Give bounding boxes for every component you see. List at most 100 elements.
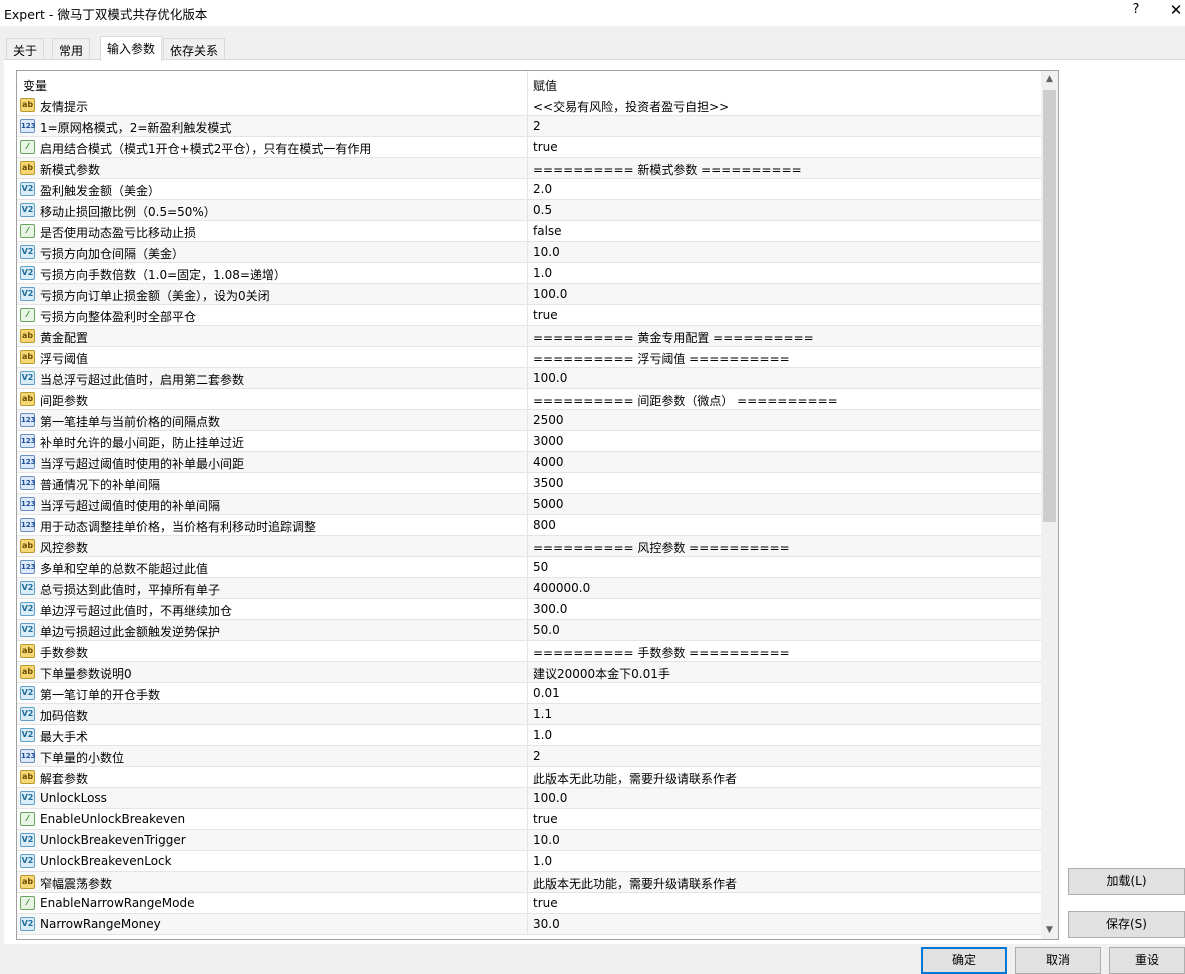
parameter-value[interactable]: ========== 风控参数 ==========: [533, 539, 790, 556]
table-row[interactable]: ⁄ EnableNarrowRangeMode true: [17, 893, 1041, 914]
parameter-value[interactable]: 1.1: [533, 707, 552, 721]
table-row[interactable]: 123 1=原网格模式，2=新盈利触发模式 2: [17, 116, 1041, 137]
parameter-value[interactable]: 400000.0: [533, 581, 590, 595]
parameter-value[interactable]: 3000: [533, 434, 564, 448]
table-row[interactable]: ab 间距参数 ========== 间距参数（微点） ==========: [17, 389, 1041, 410]
column-divider: [527, 914, 528, 935]
table-row[interactable]: ab 下单量参数说明0 建议20000本金下0.01手: [17, 662, 1041, 683]
table-row[interactable]: V2 当总浮亏超过此值时，启用第二套参数 100.0: [17, 368, 1041, 389]
table-row[interactable]: 123 当浮亏超过阈值时使用的补单间隔 5000: [17, 494, 1041, 515]
table-row[interactable]: V2 UnlockBreakevenTrigger 10.0: [17, 830, 1041, 851]
scroll-thumb[interactable]: [1043, 90, 1056, 522]
parameter-value[interactable]: true: [533, 308, 558, 322]
parameter-value[interactable]: 1.0: [533, 266, 552, 280]
tab-common[interactable]: 常用: [52, 38, 91, 60]
parameter-value[interactable]: 800: [533, 518, 556, 532]
table-row[interactable]: V2 总亏损达到此值时，平掉所有单子 400000.0: [17, 578, 1041, 599]
table-row[interactable]: V2 NarrowRangeMoney 30.0: [17, 914, 1041, 935]
table-row[interactable]: ab 友情提示 <<交易有风险，投资者盈亏自担>>: [17, 95, 1041, 116]
parameter-value[interactable]: 300.0: [533, 602, 567, 616]
ok-button[interactable]: 确定: [921, 947, 1007, 974]
table-row[interactable]: ab 风控参数 ========== 风控参数 ==========: [17, 536, 1041, 557]
parameter-value[interactable]: 3500: [533, 476, 564, 490]
table-row[interactable]: ab 解套参数 此版本无此功能，需要升级请联系作者: [17, 767, 1041, 788]
parameter-value[interactable]: 2: [533, 119, 541, 133]
table-row[interactable]: 123 补单时允许的最小间距，防止挂单过近 3000: [17, 431, 1041, 452]
tab-dependencies[interactable]: 依存关系: [163, 38, 226, 60]
table-row[interactable]: ab 黄金配置 ========== 黄金专用配置 ==========: [17, 326, 1041, 347]
parameter-value[interactable]: 1.0: [533, 854, 552, 868]
parameter-value[interactable]: ========== 间距参数（微点） ==========: [533, 392, 838, 409]
parameter-value[interactable]: 30.0: [533, 917, 560, 931]
table-row[interactable]: V2 亏损方向手数倍数（1.0=固定，1.08=递增） 1.0: [17, 263, 1041, 284]
parameter-value[interactable]: true: [533, 896, 558, 910]
parameter-value[interactable]: 2500: [533, 413, 564, 427]
table-row[interactable]: V2 加码倍数 1.1: [17, 704, 1041, 725]
table-row[interactable]: ab 浮亏阈值 ========== 浮亏阈值 ==========: [17, 347, 1041, 368]
table-row[interactable]: 123 多单和空单的总数不能超过此值 50: [17, 557, 1041, 578]
tab-inputs[interactable]: 输入参数: [100, 36, 163, 61]
parameter-value[interactable]: 100.0: [533, 371, 567, 385]
scroll-down-icon[interactable]: ▼: [1041, 922, 1058, 939]
parameter-value[interactable]: 10.0: [533, 833, 560, 847]
table-row[interactable]: ⁄ 启用结合模式（模式1开仓+模式2平仓），只有在模式一有作用 true: [17, 137, 1041, 158]
table-row[interactable]: V2 盈利触发金额（美金） 2.0: [17, 179, 1041, 200]
table-row[interactable]: ab 窄幅震荡参数 此版本无此功能，需要升级请联系作者: [17, 872, 1041, 893]
table-row[interactable]: V2 第一笔订单的开仓手数 0.01: [17, 683, 1041, 704]
table-row[interactable]: V2 UnlockLoss 100.0: [17, 788, 1041, 809]
parameter-value[interactable]: 4000: [533, 455, 564, 469]
table-row[interactable]: V2 最大手术 1.0: [17, 725, 1041, 746]
cancel-button[interactable]: 取消: [1015, 947, 1101, 974]
save-button[interactable]: 保存(S): [1068, 911, 1185, 938]
table-row[interactable]: V2 UnlockBreakevenLock 1.0: [17, 851, 1041, 872]
parameter-value[interactable]: 1.0: [533, 728, 552, 742]
parameter-value[interactable]: ========== 手数参数 ==========: [533, 644, 790, 661]
table-row[interactable]: 123 下单量的小数位 2: [17, 746, 1041, 767]
vertical-scrollbar[interactable]: ▲ ▼: [1041, 71, 1058, 939]
parameter-value[interactable]: 此版本无此功能，需要升级请联系作者: [533, 770, 737, 787]
parameter-value[interactable]: 0.5: [533, 203, 552, 217]
parameter-name: 窄幅震荡参数: [40, 877, 113, 891]
parameter-value[interactable]: ========== 新模式参数 ==========: [533, 161, 802, 178]
parameter-value[interactable]: 2.0: [533, 182, 552, 196]
parameter-value[interactable]: 100.0: [533, 791, 567, 805]
parameter-value[interactable]: false: [533, 224, 562, 238]
parameter-value[interactable]: 0.01: [533, 686, 560, 700]
table-row[interactable]: 123 当浮亏超过阈值时使用的补单最小间距 4000: [17, 452, 1041, 473]
parameter-value[interactable]: <<交易有风险，投资者盈亏自担>>: [533, 98, 729, 115]
load-button[interactable]: 加载(L): [1068, 868, 1185, 895]
table-row[interactable]: V2 亏损方向订单止损金额（美金），设为0关闭 100.0: [17, 284, 1041, 305]
parameter-value[interactable]: ========== 黄金专用配置 ==========: [533, 329, 814, 346]
column-divider: [527, 452, 528, 473]
table-row[interactable]: 123 用于动态调整挂单价格，当价格有利移动时追踪调整 800: [17, 515, 1041, 536]
table-row[interactable]: ⁄ 亏损方向整体盈利时全部平仓 true: [17, 305, 1041, 326]
parameter-value[interactable]: 5000: [533, 497, 564, 511]
parameter-value[interactable]: true: [533, 812, 558, 826]
scroll-up-icon[interactable]: ▲: [1041, 71, 1058, 88]
table-row[interactable]: V2 移动止损回撤比例（0.5=50%） 0.5: [17, 200, 1041, 221]
close-button[interactable]: ✕: [1166, 1, 1185, 19]
reset-button[interactable]: 重设: [1109, 947, 1185, 974]
table-row[interactable]: V2 单边浮亏超过此值时，不再继续加仓 300.0: [17, 599, 1041, 620]
table-row[interactable]: ⁄ EnableUnlockBreakeven true: [17, 809, 1041, 830]
parameter-value[interactable]: 此版本无此功能，需要升级请联系作者: [533, 875, 737, 892]
table-row[interactable]: ab 手数参数 ========== 手数参数 ==========: [17, 641, 1041, 662]
parameter-value[interactable]: 10.0: [533, 245, 560, 259]
table-row[interactable]: ⁄ 是否使用动态盈亏比移动止损 false: [17, 221, 1041, 242]
table-row[interactable]: V2 单边亏损超过此金额触发逆势保护 50.0: [17, 620, 1041, 641]
table-row[interactable]: 123 普通情况下的补单间隔 3500: [17, 473, 1041, 494]
parameter-value[interactable]: 建议20000本金下0.01手: [533, 665, 670, 682]
table-row[interactable]: 123 第一笔挂单与当前价格的间隔点数 2500: [17, 410, 1041, 431]
parameter-value[interactable]: ========== 浮亏阈值 ==========: [533, 350, 790, 367]
tab-about[interactable]: 关于: [6, 38, 45, 60]
column-header-value[interactable]: 赋值: [533, 77, 557, 94]
parameter-value[interactable]: 2: [533, 749, 541, 763]
parameter-value[interactable]: 50: [533, 560, 548, 574]
parameter-value[interactable]: true: [533, 140, 558, 154]
table-row[interactable]: V2 亏损方向加仓间隔（美金） 10.0: [17, 242, 1041, 263]
parameter-value[interactable]: 50.0: [533, 623, 560, 637]
column-header-variable[interactable]: 变量: [23, 77, 47, 94]
parameter-value[interactable]: 100.0: [533, 287, 567, 301]
table-row[interactable]: ab 新模式参数 ========== 新模式参数 ==========: [17, 158, 1041, 179]
help-button[interactable]: ?: [1126, 2, 1146, 17]
